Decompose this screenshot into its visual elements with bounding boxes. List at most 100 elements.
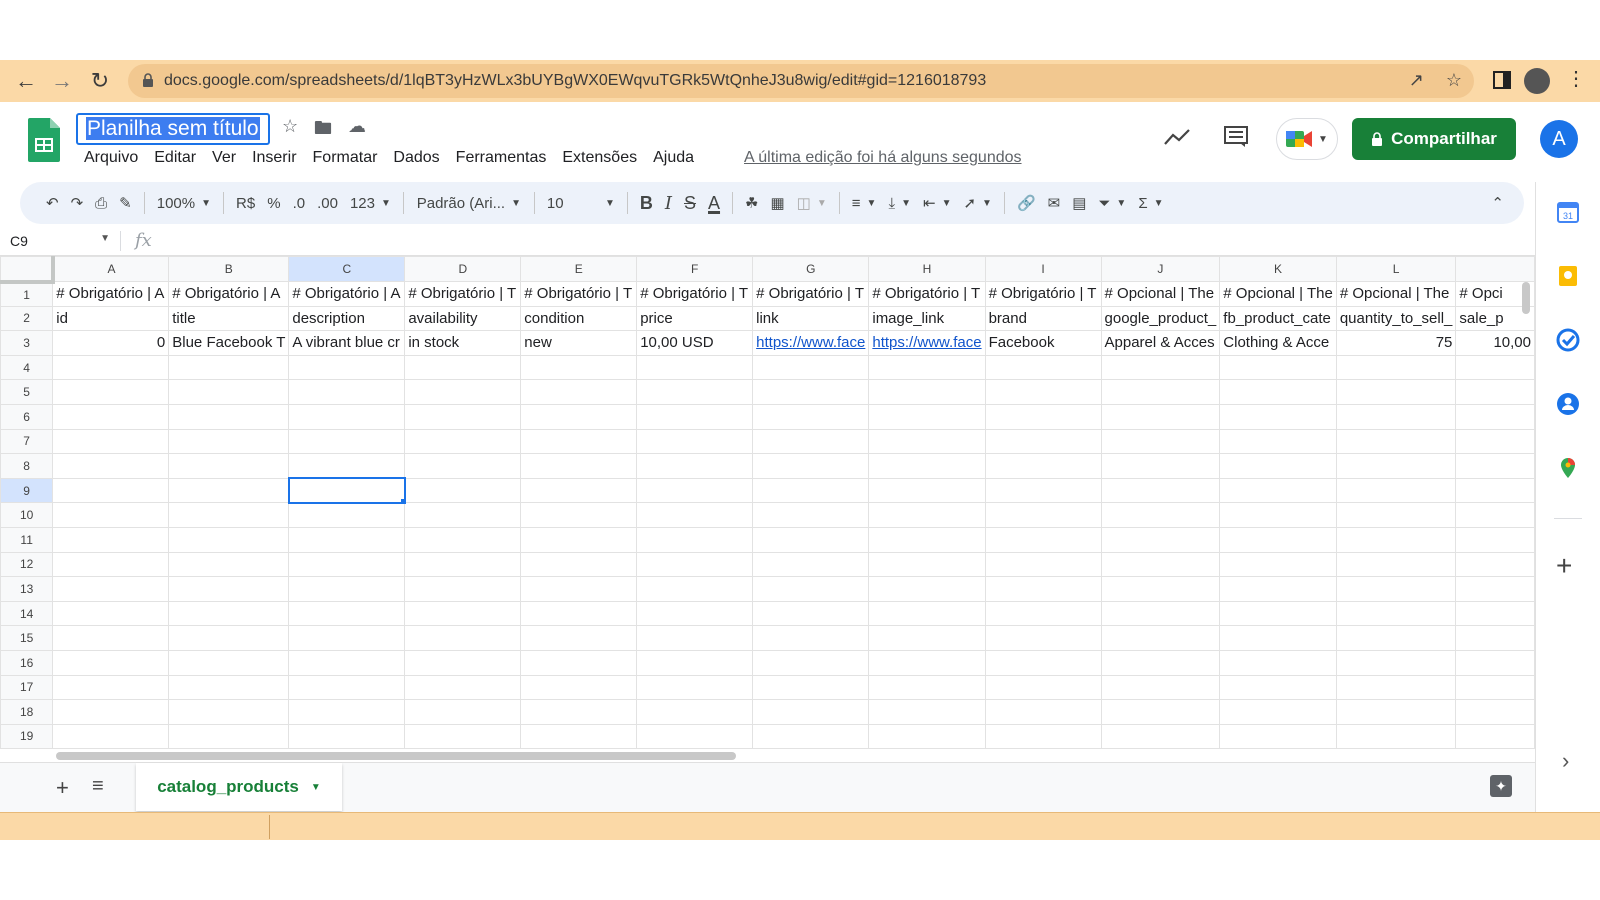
grid-cell[interactable] — [1335, 526, 1457, 553]
grid-cell[interactable] — [752, 403, 870, 430]
calendar-icon[interactable]: 31 — [1556, 200, 1580, 224]
move-folder-icon[interactable]: 🖿 — [314, 116, 332, 146]
explore-icon[interactable]: ✦ — [1490, 775, 1512, 797]
grid-cell[interactable] — [1335, 403, 1457, 430]
grid-cell[interactable] — [288, 723, 406, 750]
grid-cell[interactable] — [752, 477, 870, 504]
grid-cell[interactable] — [1335, 379, 1457, 405]
menu-inserir[interactable]: Inserir — [244, 149, 304, 167]
grid-cell[interactable]: Blue Facebook T — [168, 330, 290, 356]
grid-cell[interactable] — [404, 453, 522, 479]
add-addon-icon[interactable]: + — [1556, 550, 1572, 582]
currency-format-button[interactable]: R$ — [230, 188, 261, 218]
contacts-icon[interactable] — [1556, 392, 1580, 416]
grid-cell[interactable] — [1100, 453, 1221, 479]
menu-formatar[interactable]: Formatar — [305, 149, 386, 167]
grid-cell[interactable] — [1335, 600, 1457, 627]
star-icon[interactable]: ☆ — [282, 116, 298, 137]
grid-cell[interactable] — [288, 699, 406, 725]
grid-cell[interactable] — [984, 625, 1102, 651]
grid-cell[interactable]: link — [752, 305, 870, 332]
grid-cell[interactable] — [868, 453, 986, 479]
grid-cell[interactable] — [520, 674, 638, 701]
italic-icon[interactable]: I — [659, 188, 678, 218]
grid-cell[interactable] — [52, 354, 170, 381]
grid-cell[interactable] — [752, 354, 870, 381]
grid-cell[interactable] — [984, 502, 1102, 528]
grid-cell[interactable] — [1335, 674, 1457, 701]
vertical-scrollbar[interactable] — [1522, 282, 1530, 314]
grid-cell[interactable] — [520, 551, 638, 578]
grid-cell[interactable] — [168, 526, 290, 553]
grid-cell[interactable] — [752, 551, 870, 578]
grid-cell[interactable]: title — [168, 305, 290, 332]
grid-cell[interactable] — [1335, 428, 1457, 455]
grid-cell[interactable] — [404, 502, 522, 528]
grid-cell[interactable] — [404, 403, 522, 430]
grid-cell[interactable] — [636, 674, 754, 701]
grid-cell[interactable]: # Obrigatório | T — [636, 281, 754, 307]
grid-cell[interactable] — [636, 453, 754, 479]
increase-decimal-button[interactable]: .00 — [311, 188, 344, 218]
grid-cell[interactable] — [752, 723, 870, 750]
grid-cell[interactable] — [868, 403, 986, 430]
grid-cell[interactable] — [1335, 453, 1457, 479]
grid-cell[interactable] — [404, 526, 522, 553]
grid-cell[interactable] — [636, 551, 754, 578]
grid-cell[interactable] — [288, 576, 406, 602]
grid-cell[interactable] — [404, 379, 522, 405]
grid-cell[interactable] — [520, 600, 638, 627]
column-header[interactable]: K — [1219, 256, 1337, 282]
grid-cell[interactable] — [1335, 699, 1457, 725]
grid-cell[interactable] — [868, 477, 986, 504]
grid-cell[interactable] — [288, 600, 406, 627]
grid-cell[interactable] — [52, 576, 170, 602]
grid-cell[interactable] — [1100, 403, 1221, 430]
grid-cell[interactable] — [752, 453, 870, 479]
grid-cell[interactable] — [752, 576, 870, 602]
grid-cell[interactable]: new — [520, 330, 638, 356]
grid-cell[interactable] — [1219, 477, 1337, 504]
grid-cell[interactable] — [636, 354, 754, 381]
grid-cell[interactable] — [984, 674, 1102, 701]
borders-icon[interactable]: ▦ — [764, 188, 790, 218]
grid-cell[interactable] — [288, 551, 406, 578]
address-bar[interactable]: docs.google.com/spreadsheets/d/1lqBT3yHz… — [128, 64, 1474, 98]
grid-cell[interactable]: condition — [520, 305, 638, 332]
grid-cell[interactable] — [404, 576, 522, 602]
grid-cell[interactable] — [1100, 649, 1221, 676]
grid-cell[interactable] — [984, 379, 1102, 405]
grid-cell[interactable] — [752, 674, 870, 701]
grid-cell[interactable] — [288, 625, 406, 651]
grid-cell[interactable] — [1219, 649, 1337, 676]
strikethrough-icon[interactable]: S — [678, 188, 702, 218]
grid-cell[interactable] — [168, 379, 290, 405]
grid-cell[interactable] — [1455, 625, 1535, 651]
grid-cell[interactable]: id — [52, 305, 170, 332]
grid-cell[interactable] — [52, 428, 170, 455]
grid-cell[interactable]: # Obrigatório | A — [168, 281, 290, 307]
grid-cell[interactable] — [636, 699, 754, 725]
column-header[interactable]: L — [1335, 256, 1457, 282]
grid-cell[interactable]: Facebook — [984, 330, 1102, 356]
grid-cell[interactable] — [1455, 551, 1535, 578]
grid-cell[interactable] — [168, 649, 290, 676]
grid-cell[interactable] — [168, 699, 290, 725]
row-header[interactable]: 9 — [0, 477, 54, 504]
grid-cell[interactable] — [1100, 379, 1221, 405]
column-header[interactable] — [1455, 256, 1535, 282]
grid-cell[interactable] — [52, 502, 170, 528]
activity-trend-icon[interactable] — [1164, 128, 1190, 151]
grid-cell[interactable] — [288, 403, 406, 430]
grid-cell[interactable] — [52, 723, 170, 750]
text-color-icon[interactable]: A — [702, 188, 726, 218]
grid-cell[interactable] — [1100, 551, 1221, 578]
grid-cell[interactable] — [868, 502, 986, 528]
grid-cell[interactable] — [636, 600, 754, 627]
grid-cell[interactable]: description — [288, 305, 406, 332]
grid-cell[interactable] — [984, 576, 1102, 602]
select-all-corner[interactable] — [0, 256, 55, 284]
grid-cell[interactable] — [868, 674, 986, 701]
grid-cell[interactable]: fb_product_cate — [1219, 305, 1337, 332]
grid-cell[interactable] — [636, 625, 754, 651]
